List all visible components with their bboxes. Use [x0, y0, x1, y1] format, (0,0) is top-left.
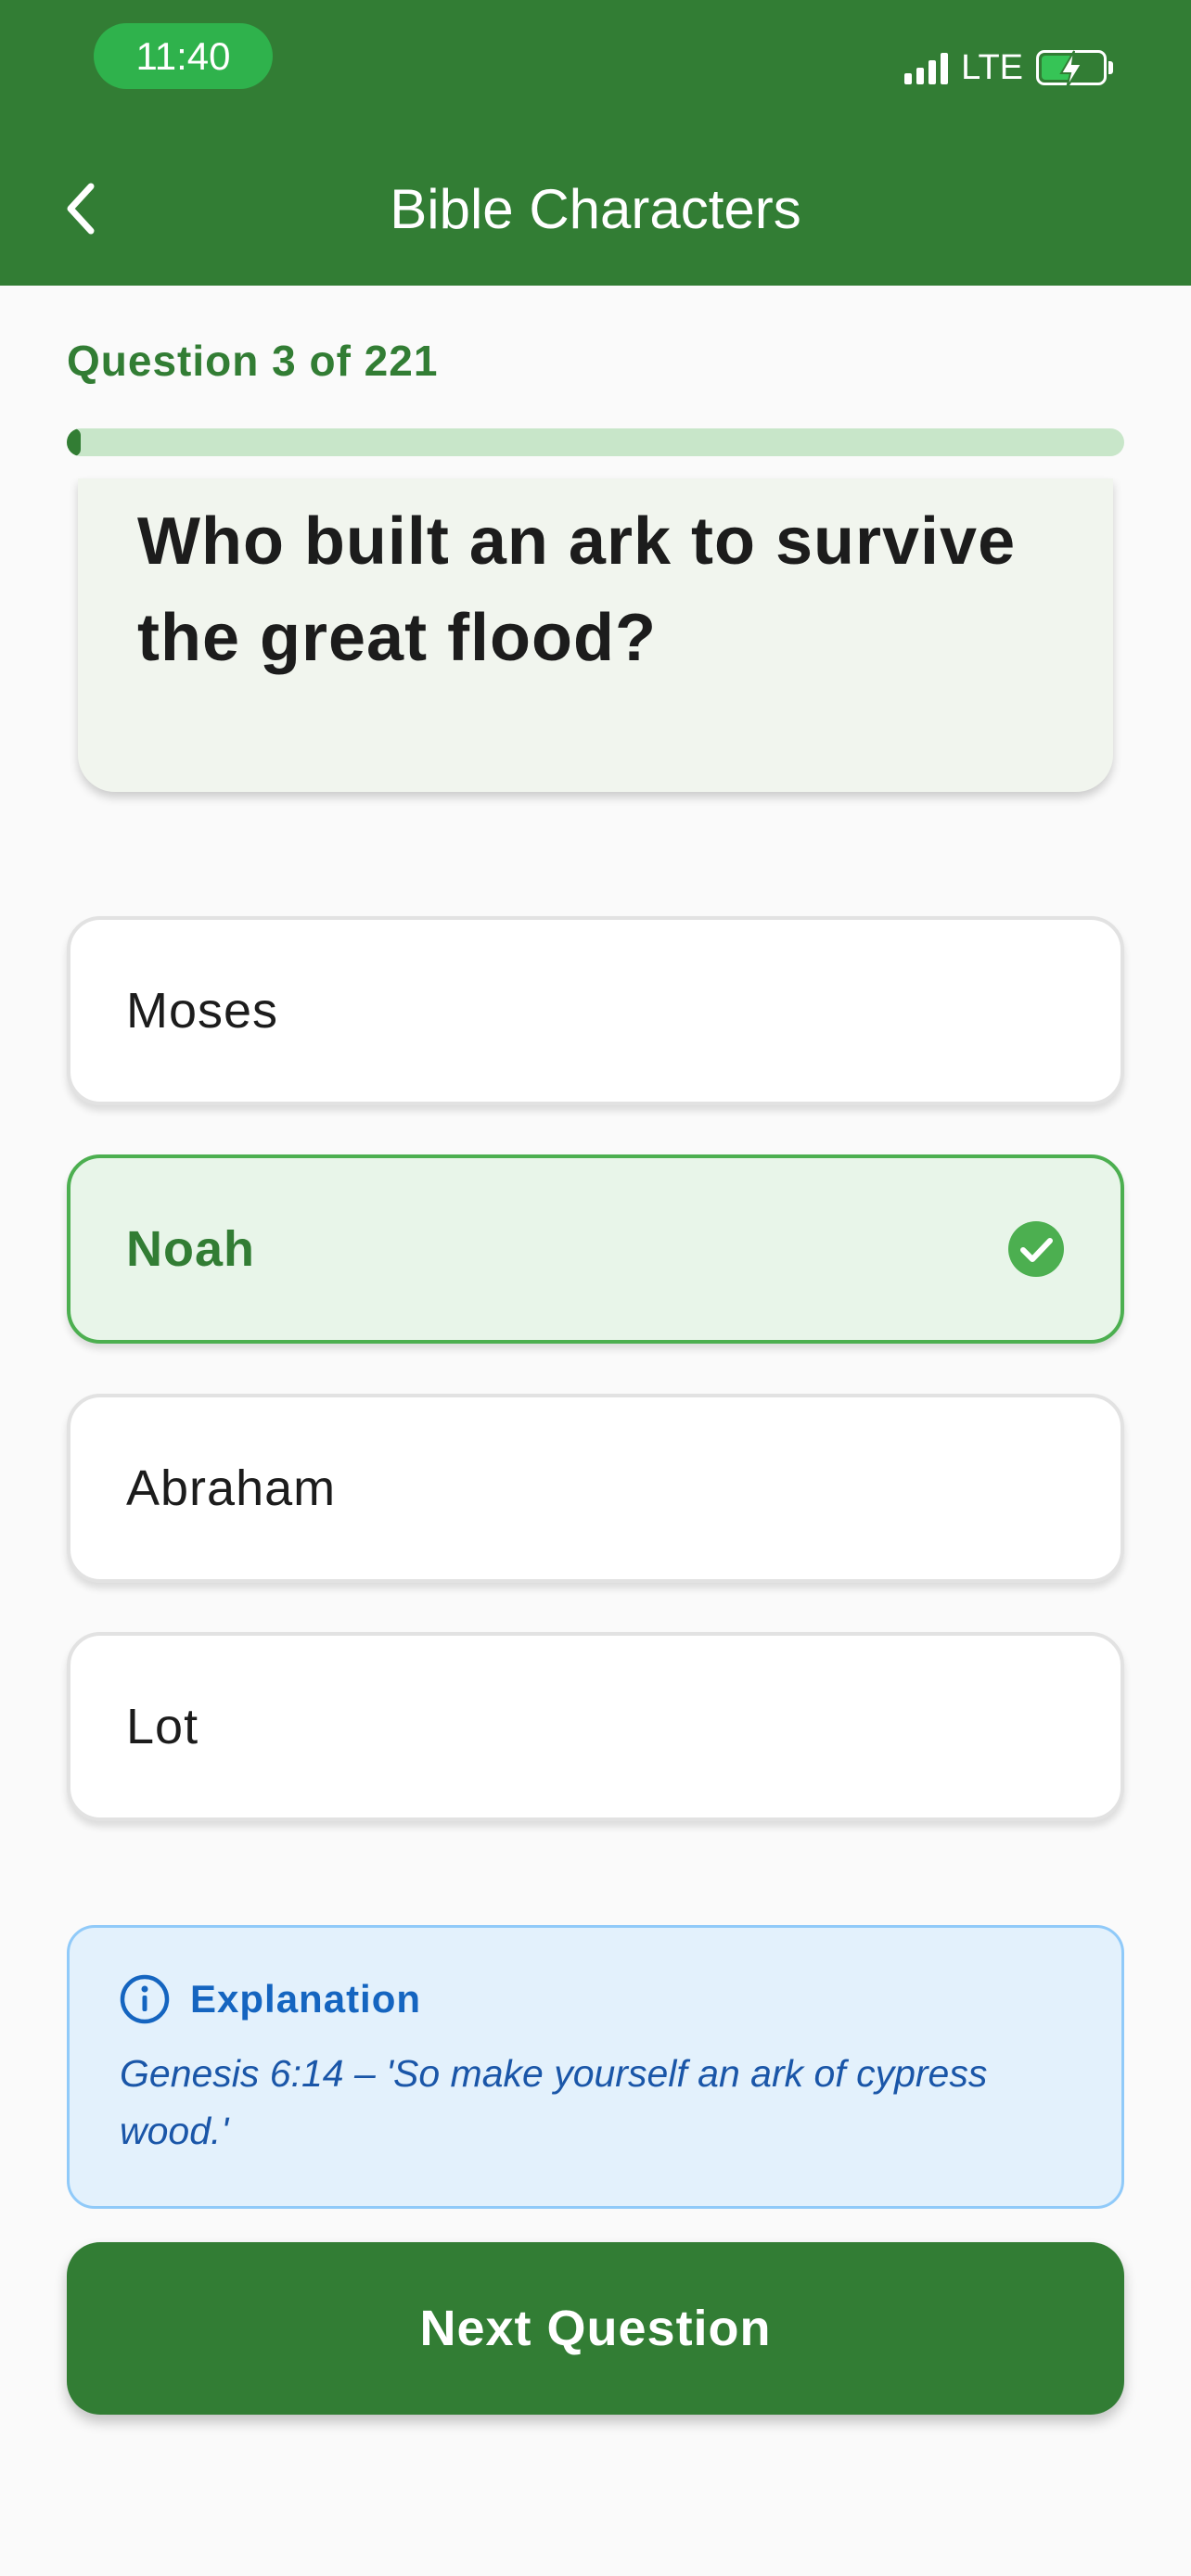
progress-label: Question 3 of 221	[67, 337, 439, 385]
signal-icon	[904, 51, 949, 84]
answer-option-label: Moses	[126, 983, 279, 1039]
battery-cap	[1108, 61, 1113, 74]
explanation-box: Explanation Genesis 6:14 – 'So make your…	[67, 1925, 1124, 2209]
answer-option-label: Abraham	[126, 1460, 337, 1516]
answer-option-label: Lot	[126, 1699, 199, 1754]
answer-option-abraham[interactable]: Abraham	[67, 1394, 1124, 1583]
info-icon	[120, 1974, 170, 2024]
next-question-button[interactable]: Next Question	[67, 2242, 1124, 2415]
question-text: Who built an ark to survive the great fl…	[137, 504, 1017, 675]
status-time: 11:40	[94, 23, 273, 89]
explanation-title: Explanation	[190, 1977, 422, 2021]
answer-option-noah[interactable]: Noah	[67, 1154, 1124, 1344]
answer-option-moses[interactable]: Moses	[67, 916, 1124, 1105]
check-circle-icon	[1008, 1221, 1064, 1277]
progress-bar-fill	[67, 428, 82, 456]
status-indicators: LTE	[904, 46, 1113, 89]
answer-option-label: Noah	[126, 1221, 255, 1277]
app-header: 11:40 LTE Bible Characters	[0, 0, 1191, 286]
question-card: Who built an ark to survive the great fl…	[78, 478, 1113, 792]
progress-bar	[67, 428, 1124, 456]
battery-icon	[1036, 50, 1107, 89]
network-label: LTE	[961, 47, 1023, 87]
page-title: Bible Characters	[390, 178, 801, 240]
explanation-text: Genesis 6:14 – 'So make yourself an ark …	[120, 2052, 988, 2152]
answer-option-lot[interactable]: Lot	[67, 1632, 1124, 1821]
